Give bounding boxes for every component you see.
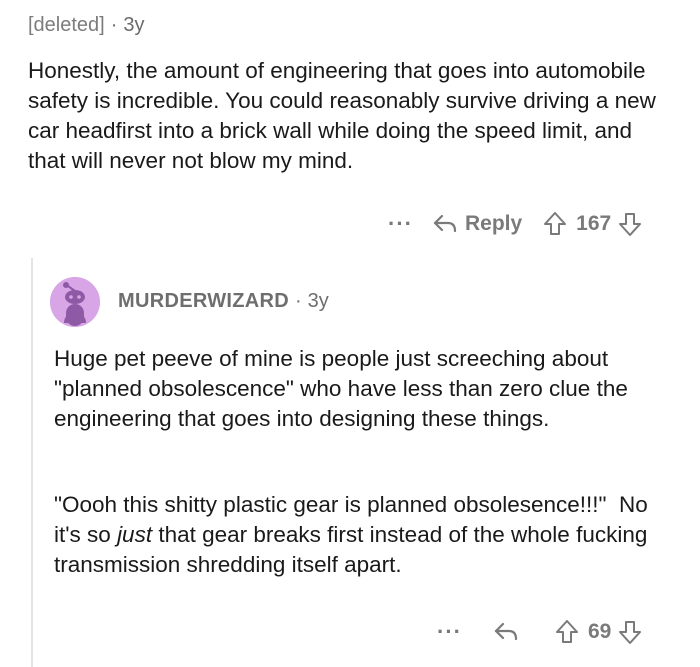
reply-arrow-icon[interactable]	[492, 620, 520, 644]
vote-score: 69	[587, 620, 612, 643]
reply-comment-paragraph-2: "Oooh this shitty plastic gear is planne…	[54, 490, 674, 580]
parent-comment-body: Honestly, the amount of engineering that…	[28, 58, 656, 173]
more-options-button[interactable]: ···	[388, 211, 413, 237]
parent-comment-actions: ··· Reply 167	[388, 210, 643, 238]
paragraph-2-emphasis: just	[117, 522, 153, 547]
downvote-arrow-icon[interactable]	[617, 618, 643, 646]
reddit-snoo-avatar-icon	[50, 277, 100, 327]
reply-comment-meta: MURDERWIZARD · 3y	[118, 290, 329, 313]
more-options-button[interactable]: ···	[437, 619, 462, 645]
downvote-arrow-icon[interactable]	[617, 210, 643, 238]
upvote-arrow-icon[interactable]	[542, 210, 568, 238]
reply-arrow-icon	[433, 214, 457, 233]
parent-comment-author[interactable]: [deleted]	[28, 14, 105, 36]
vote-score: 167	[576, 212, 612, 235]
user-avatar[interactable]	[50, 277, 100, 327]
reply-comment-actions: ··· 69	[437, 618, 643, 646]
reply-button[interactable]: Reply	[431, 212, 522, 236]
thread-line[interactable]	[31, 258, 33, 667]
meta-separator-dot: ·	[295, 290, 302, 312]
parent-comment-age: 3y	[123, 14, 145, 36]
reply-comment-paragraph-1: Huge pet peeve of mine is people just sc…	[54, 346, 628, 431]
meta-separator-dot: ·	[110, 14, 118, 36]
reply-comment-age: 3y	[307, 290, 329, 312]
reply-comment-author[interactable]: MURDERWIZARD	[118, 290, 289, 312]
parent-comment-meta: [deleted] · 3y	[28, 14, 145, 37]
reply-label: Reply	[464, 212, 523, 235]
upvote-arrow-icon[interactable]	[554, 618, 580, 646]
